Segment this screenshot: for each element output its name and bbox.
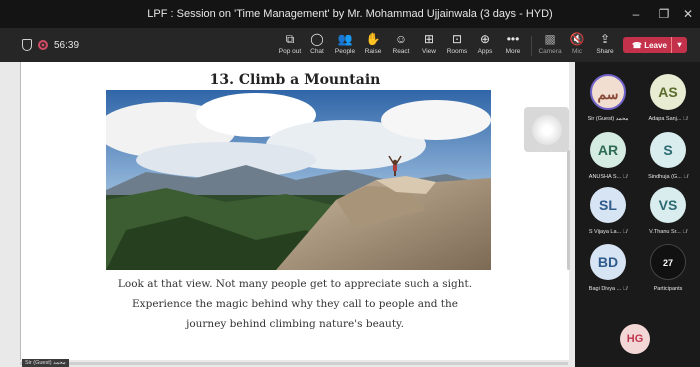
people-icon: 👥 [337,32,353,46]
chevron-down-icon[interactable]: ▾ [671,37,687,53]
participant-name: V.Thanu Sr... 🎙̸ [649,229,687,235]
participant-tile[interactable]: سم Sir (Guest) محمد [578,74,638,134]
avatar: AR [590,132,626,168]
self-avatar[interactable]: HG [620,324,650,354]
slide-caption: Look at that view. Not many people get t… [61,274,529,334]
participants-label: Participants [653,286,683,292]
share-icon: ⇪ [599,32,611,46]
caption-line: Experience the magic behind why they cal… [132,298,458,310]
mic-off-icon: 🎙̸ [682,229,687,235]
camera-button[interactable]: ▩ Camera [535,31,565,61]
meeting-timer: 56:39 [22,39,79,51]
participant-name: Sindhuja (G... 🎙̸ [648,174,688,180]
blurred-video [531,114,562,145]
react-icon: ☺ [394,32,408,46]
rooms-button[interactable]: ⊡ Rooms [442,31,472,61]
avatar: SL [590,187,626,223]
people-button[interactable]: 👥 People [330,31,360,61]
mountain-illustration [106,90,491,270]
mic-off-icon: 🎙̸ [683,174,688,180]
mic-off-icon: 🎙̸ [622,174,628,180]
shared-screen: 13. Climb a Mountain Look at that view. … [0,62,575,367]
floating-video-tile[interactable] [524,107,569,152]
pop-out-button[interactable]: ⧉ Pop out [275,31,305,61]
timer-text: 56:39 [54,39,80,51]
avatar: BD [590,244,626,280]
participant-tile[interactable]: VS V.Thanu Sr... 🎙̸ [638,187,698,247]
horizontal-scrollbar[interactable] [20,362,568,365]
view-button[interactable]: ⊞ View [414,31,444,61]
maximize-icon[interactable]: ❐ [655,5,673,23]
avatar: S [650,132,686,168]
mic-button[interactable]: 🔇 Mic [562,31,592,61]
react-button[interactable]: ☺ React [386,31,416,61]
participant-tile[interactable]: AR ANUSHA S... 🎙̸ [578,132,638,192]
avatar: AS [650,74,686,110]
caption-line: Look at that view. Not many people get t… [117,278,473,290]
participant-name: S Vijaya La... 🎙̸ [588,229,628,235]
mic-off-icon: 🎙̸ [683,116,688,122]
participant-name: Adapa Sanj... 🎙̸ [648,116,688,122]
raise-hand-icon: ✋ [365,32,381,46]
window-title: LPF : Session on 'Time Management' by Mr… [147,8,553,20]
shield-icon [22,39,32,51]
participant-name: Sir (Guest) محمد [587,116,629,122]
participant-tile[interactable]: SL S Vijaya La... 🎙̸ [578,187,638,247]
avatar: سم [590,74,626,110]
apps-button[interactable]: ⊕ Apps [470,31,500,61]
presentation-slide: 13. Climb a Mountain Look at that view. … [20,62,569,360]
close-icon[interactable]: ✕ [679,5,697,23]
participant-name: ANUSHA S... 🎙̸ [588,174,628,180]
toolbar-divider [531,36,532,56]
minimize-icon[interactable]: – [627,5,645,23]
mic-off-icon: 🎙̸ [622,229,628,235]
participants-gallery: سم Sir (Guest) محمد AS Adapa Sanj... 🎙̸ … [575,62,700,367]
mic-off-icon: 🔇 [569,32,585,46]
recording-icon [38,40,48,50]
mountain-photo [106,90,491,270]
view-icon: ⊞ [423,32,435,46]
raise-hand-button[interactable]: ✋ Raise [358,31,388,61]
apps-icon: ⊕ [479,32,491,46]
leave-button[interactable]: ☎ Leave ▾ [623,37,687,53]
participant-tile[interactable]: AS Adapa Sanj... 🎙̸ [638,74,698,134]
chat-icon: ◯ [310,32,324,46]
camera-off-icon: ▩ [544,32,556,46]
participant-tile[interactable]: BD Bagi Divya ... 🎙̸ [578,244,638,304]
participant-tile[interactable]: S Sindhuja (G... 🎙̸ [638,132,698,192]
participant-name: Bagi Divya ... 🎙̸ [588,286,628,292]
more-button[interactable]: ••• More [498,31,528,61]
chat-button[interactable]: ◯ Chat [302,31,332,61]
avatar: VS [650,187,686,223]
pop-out-icon: ⧉ [285,32,295,46]
rooms-icon: ⊡ [451,32,463,46]
mic-off-icon: 🎙̸ [622,286,628,292]
participants-count-tile[interactable]: 27 Participants [638,244,698,304]
vertical-scrollbar[interactable] [567,150,570,270]
share-button[interactable]: ⇪ Share [590,31,620,61]
meeting-toolbar: 56:39 ⧉ Pop out ◯ Chat 👥 People ✋ Raise … [0,28,700,62]
phone-icon: ☎ [632,40,642,50]
participants-count: 27 [650,244,686,280]
caption-line: journey behind climbing nature's beauty. [186,318,404,330]
more-icon: ••• [506,32,520,46]
slide-title: 13. Climb a Mountain [209,72,381,88]
presenter-name-tag: Sir (Guest) محمد [22,359,69,367]
title-bar: LPF : Session on 'Time Management' by Mr… [0,0,700,28]
